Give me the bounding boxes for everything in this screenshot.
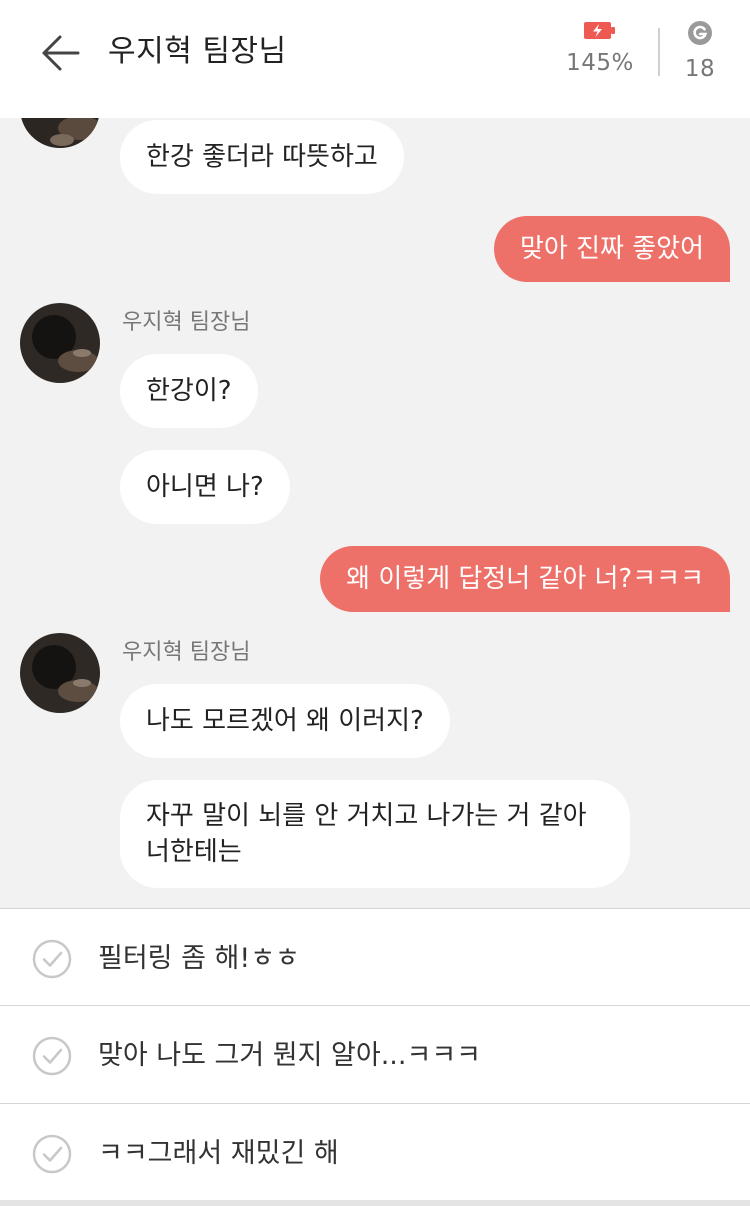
checkmark-circle-icon [32,1036,72,1076]
chat-bubble-sent: 맞아 진짜 좋았어 [494,216,730,282]
suggestion-option[interactable]: 맞아 나도 그거 뭔지 알아...ㅋㅋㅋ [0,1005,750,1103]
chat-bubble-received: 아니면 나? [120,450,290,524]
suggestion-text: 필터링 좀 해!ㅎㅎ [98,943,300,974]
bottom-edge [0,1200,750,1206]
reply-suggestions: 필터링 좀 해!ㅎㅎ 맞아 나도 그거 뭔지 알아...ㅋㅋㅋ ㅋㅋ그래서 재밌… [0,908,750,1206]
g-coin-stat[interactable]: 18 [655,20,745,82]
message-text: 나도 모르겠어 왜 이러지? [146,706,424,736]
message-text-line: 너한테는 [146,837,242,867]
suggestion-option[interactable]: ㅋㅋ그래서 재밌긴 해 [0,1103,750,1201]
avatar[interactable] [20,633,100,713]
message-text-line: 자꾸 말이 뇌를 안 거치고 나가는 거 같아 [146,801,587,831]
g-coin-value: 18 [684,56,716,82]
suggestion-text: ㅋㅋ그래서 재밌긴 해 [98,1138,339,1169]
message-text: 맞아 진짜 좋았어 [520,234,704,264]
battery-stat[interactable]: 145% [555,20,645,76]
page-title: 우지혁 팀장님 [108,34,287,69]
back-arrow-icon[interactable] [38,30,84,76]
message-text: 한강 좋더라 따뜻하고 [146,142,378,172]
message-text: 아니면 나? [146,472,264,502]
message-text: 한강이? [146,376,232,406]
battery-charging-icon [584,22,615,39]
chat-header: 우지혁 팀장님 145% 18 [0,0,750,118]
sender-name: 우지혁 팀장님 [122,310,251,335]
checkmark-circle-icon [32,939,72,979]
chat-area[interactable]: 한강 좋더라 따뜻하고 맞아 진짜 좋았어 우지혁 팀장님 한강이? 아니면 나… [0,118,750,908]
chat-bubble-received: 나도 모르겠어 왜 이러지? [120,684,450,758]
suggestion-text: 맞아 나도 그거 뭔지 알아...ㅋㅋㅋ [98,1040,481,1071]
message-text: 왜 이렇게 답정너 같아 너?ㅋㅋㅋ [346,564,704,594]
chat-bubble-sent: 왜 이렇게 답정너 같아 너?ㅋㅋㅋ [320,546,730,612]
avatar[interactable] [20,118,100,148]
chat-bubble-received: 자꾸 말이 뇌를 안 거치고 나가는 거 같아 너한테는 [120,780,630,888]
checkmark-circle-icon [32,1134,72,1174]
chat-bubble-received: 한강이? [120,354,258,428]
battery-value: 145% [566,50,634,76]
g-coin-icon [688,21,712,45]
avatar[interactable] [20,303,100,383]
suggestion-option[interactable]: 필터링 좀 해!ㅎㅎ [0,908,750,1006]
chat-bubble-received: 한강 좋더라 따뜻하고 [120,120,404,194]
sender-name: 우지혁 팀장님 [122,640,251,665]
